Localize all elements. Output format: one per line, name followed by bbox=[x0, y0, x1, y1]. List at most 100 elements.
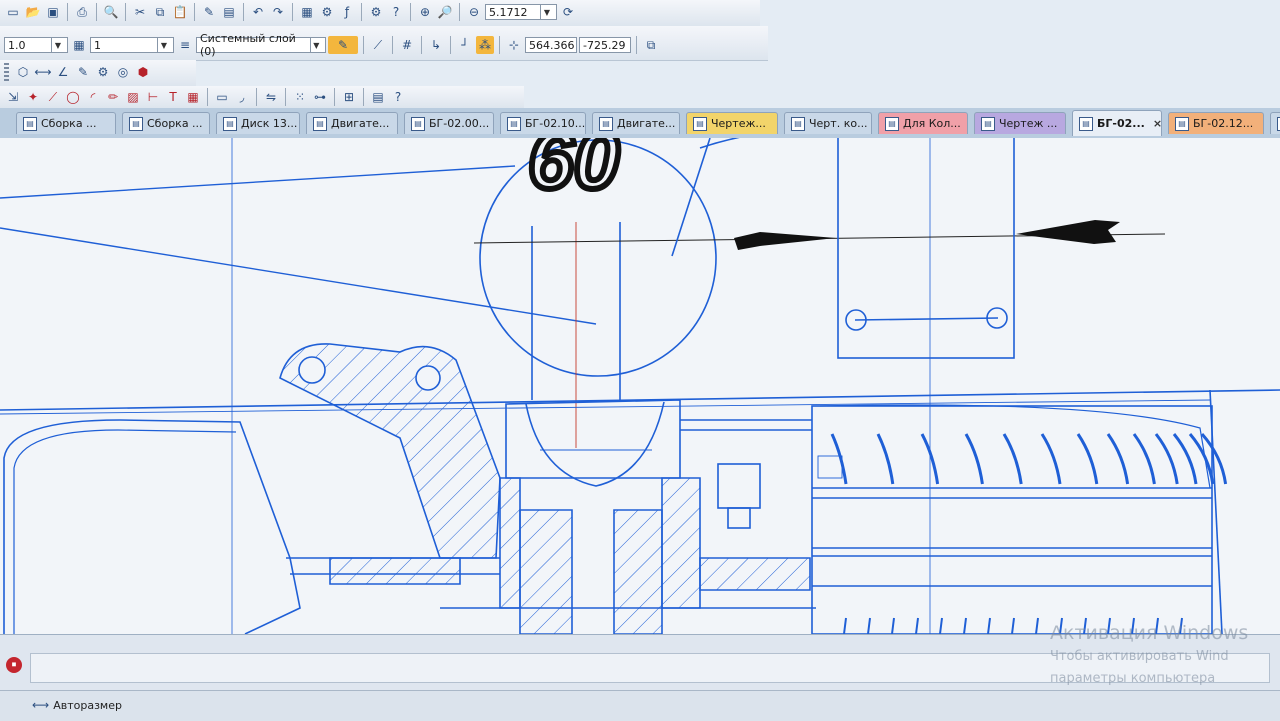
document-tab[interactable]: ▤ Чертеж... bbox=[686, 112, 778, 134]
document-tab-label: Сборка ... bbox=[147, 117, 203, 130]
pencil-icon[interactable]: ✏ bbox=[104, 88, 122, 106]
extension-line bbox=[671, 138, 711, 257]
color-icon[interactable]: ✎ bbox=[328, 36, 358, 54]
document-tab[interactable]: ▤ Двигате... bbox=[592, 112, 680, 134]
zoom-window-icon[interactable]: ⊕ bbox=[416, 3, 434, 21]
document-tab-label: Черт. ко... bbox=[809, 117, 868, 130]
status-bar: ⟷ Авторазмер bbox=[0, 690, 1280, 721]
document-tab-label: БГ-02.12... bbox=[1193, 117, 1254, 130]
snap-icon[interactable]: ┘ bbox=[456, 36, 474, 54]
mirror-icon[interactable]: ⇋ bbox=[262, 88, 280, 106]
document-tab[interactable]: ▤ Чертеж ... bbox=[974, 112, 1066, 134]
rib bbox=[1179, 617, 1183, 634]
command-line[interactable] bbox=[30, 653, 1270, 683]
format-painter-icon[interactable]: ✎ bbox=[200, 3, 218, 21]
copy-icon[interactable]: ⧉ bbox=[151, 3, 169, 21]
document-tab[interactable]: ▤ Диск 13... bbox=[216, 112, 300, 134]
pivot-circle bbox=[298, 356, 326, 384]
document-icon: ▤ bbox=[223, 116, 237, 131]
open-file-icon[interactable]: 📂 bbox=[24, 3, 42, 21]
zoom-out-icon[interactable]: ⊖ bbox=[465, 3, 483, 21]
view-icon[interactable]: ⊞ bbox=[340, 88, 358, 106]
document-tab[interactable]: ▤ Сборка ... bbox=[16, 112, 116, 134]
zoom-value: 5.1712 bbox=[489, 5, 528, 19]
rib bbox=[1083, 617, 1087, 634]
document-tab[interactable]: ▤ БГ-02... × bbox=[1072, 110, 1162, 136]
measure-icon[interactable]: ◎ bbox=[114, 63, 132, 81]
spec-icon[interactable]: ⬢ bbox=[134, 63, 152, 81]
help-icon[interactable]: ? bbox=[387, 3, 405, 21]
autosize-button[interactable]: ⟷ Авторазмер bbox=[32, 695, 122, 715]
line-scale-combo[interactable]: 1.0 ▼ bbox=[4, 37, 68, 53]
redo-icon[interactable]: ↷ bbox=[269, 3, 287, 21]
document-tab[interactable]: ▤ БГ-02.10... bbox=[500, 112, 586, 134]
manager-icon[interactable]: ▦ bbox=[298, 3, 316, 21]
rib bbox=[1076, 433, 1099, 485]
grid-icon[interactable]: # bbox=[398, 36, 416, 54]
style-combo[interactable]: 1 ▼ bbox=[90, 37, 174, 53]
document-icon: ▤ bbox=[507, 116, 521, 131]
document-tab[interactable]: ▤ БГ-02.12... bbox=[1168, 112, 1264, 134]
text-icon[interactable]: T bbox=[164, 88, 182, 106]
cut-icon[interactable]: ✂ bbox=[131, 3, 149, 21]
extra-icon[interactable]: ⧉ bbox=[642, 36, 660, 54]
library-icon[interactable]: ⚙ bbox=[318, 3, 336, 21]
edit-icon[interactable]: ✎ bbox=[74, 63, 92, 81]
fillet-icon[interactable]: ◞ bbox=[233, 88, 251, 106]
settings-icon[interactable]: ⚙ bbox=[367, 3, 385, 21]
preview-icon[interactable]: 🔍 bbox=[102, 3, 120, 21]
dimensions-icon[interactable]: ⟷ bbox=[34, 63, 52, 81]
snap-settings-icon[interactable]: ⁂ bbox=[476, 36, 494, 54]
rib bbox=[964, 433, 984, 485]
document-tab[interactable]: ▤ Черт. ко... bbox=[784, 112, 872, 134]
style-icon[interactable]: ▦ bbox=[70, 36, 88, 54]
line-icon[interactable]: ⟋ bbox=[44, 88, 62, 106]
new-document-icon[interactable]: ▭ bbox=[4, 3, 22, 21]
rib bbox=[987, 617, 991, 634]
paste-icon[interactable]: 📋 bbox=[171, 3, 189, 21]
arc-icon[interactable]: ◜ bbox=[84, 88, 102, 106]
local-cs-icon[interactable]: ↳ bbox=[427, 36, 445, 54]
layer-icon[interactable]: ≡ bbox=[176, 36, 194, 54]
save-icon[interactable]: ▣ bbox=[44, 3, 62, 21]
tree-icon[interactable]: ⊶ bbox=[311, 88, 329, 106]
nut-rect bbox=[717, 463, 761, 509]
document-tab[interactable]: ▤Детал bbox=[1270, 112, 1280, 134]
document-tab[interactable]: ▤ Сборка ... bbox=[122, 112, 210, 134]
question-icon[interactable]: ? bbox=[389, 88, 407, 106]
rib bbox=[1106, 433, 1130, 485]
document-tab[interactable]: ▤ Для Кол... bbox=[878, 112, 968, 134]
report-icon[interactable]: ▤ bbox=[369, 88, 387, 106]
properties-icon[interactable]: ▤ bbox=[220, 3, 238, 21]
parametrize-icon[interactable]: ⚙ bbox=[94, 63, 112, 81]
stop-icon[interactable]: ⏹ bbox=[6, 657, 22, 673]
document-tab[interactable]: ▤ Двигате... bbox=[306, 112, 398, 134]
coord-y-field[interactable]: -725.29 bbox=[579, 37, 631, 53]
undo-icon[interactable]: ↶ bbox=[249, 3, 267, 21]
document-tab[interactable]: ▤ БГ-02.00... bbox=[404, 112, 494, 134]
document-tab-label: Диск 13... bbox=[241, 117, 298, 130]
layer-combo[interactable]: Системный слой (0) ▼ bbox=[196, 32, 326, 58]
table-icon[interactable]: ▦ bbox=[184, 88, 202, 106]
symbols-icon[interactable]: ∠ bbox=[54, 63, 72, 81]
rect-icon[interactable]: ▭ bbox=[213, 88, 231, 106]
refresh-icon[interactable]: ⟳ bbox=[559, 3, 577, 21]
hatch-icon[interactable]: ▨ bbox=[124, 88, 142, 106]
dimension-icon[interactable]: ⊢ bbox=[144, 88, 162, 106]
close-icon[interactable]: × bbox=[1153, 117, 1161, 130]
select-icon[interactable]: ⇲ bbox=[4, 88, 22, 106]
ortho-icon[interactable]: ⟋ bbox=[369, 36, 387, 54]
variables-icon[interactable]: ƒ bbox=[338, 3, 356, 21]
array-icon[interactable]: ⁙ bbox=[291, 88, 309, 106]
zoom-combo[interactable]: 5.1712 ▼ bbox=[485, 4, 557, 20]
print-icon[interactable]: ⎙ bbox=[73, 3, 91, 21]
leader-line bbox=[0, 165, 516, 199]
coord-x-field[interactable]: 564.366 bbox=[525, 37, 577, 53]
point-icon[interactable]: ✦ bbox=[24, 88, 42, 106]
drawing-canvas[interactable]: 60 bbox=[0, 138, 1280, 634]
circle-icon[interactable]: ◯ bbox=[64, 88, 82, 106]
rib bbox=[891, 617, 895, 634]
document-icon: ▤ bbox=[129, 116, 143, 131]
zoom-in-icon[interactable]: 🔎 bbox=[436, 3, 454, 21]
geometry-icon[interactable]: ⬡ bbox=[14, 63, 32, 81]
